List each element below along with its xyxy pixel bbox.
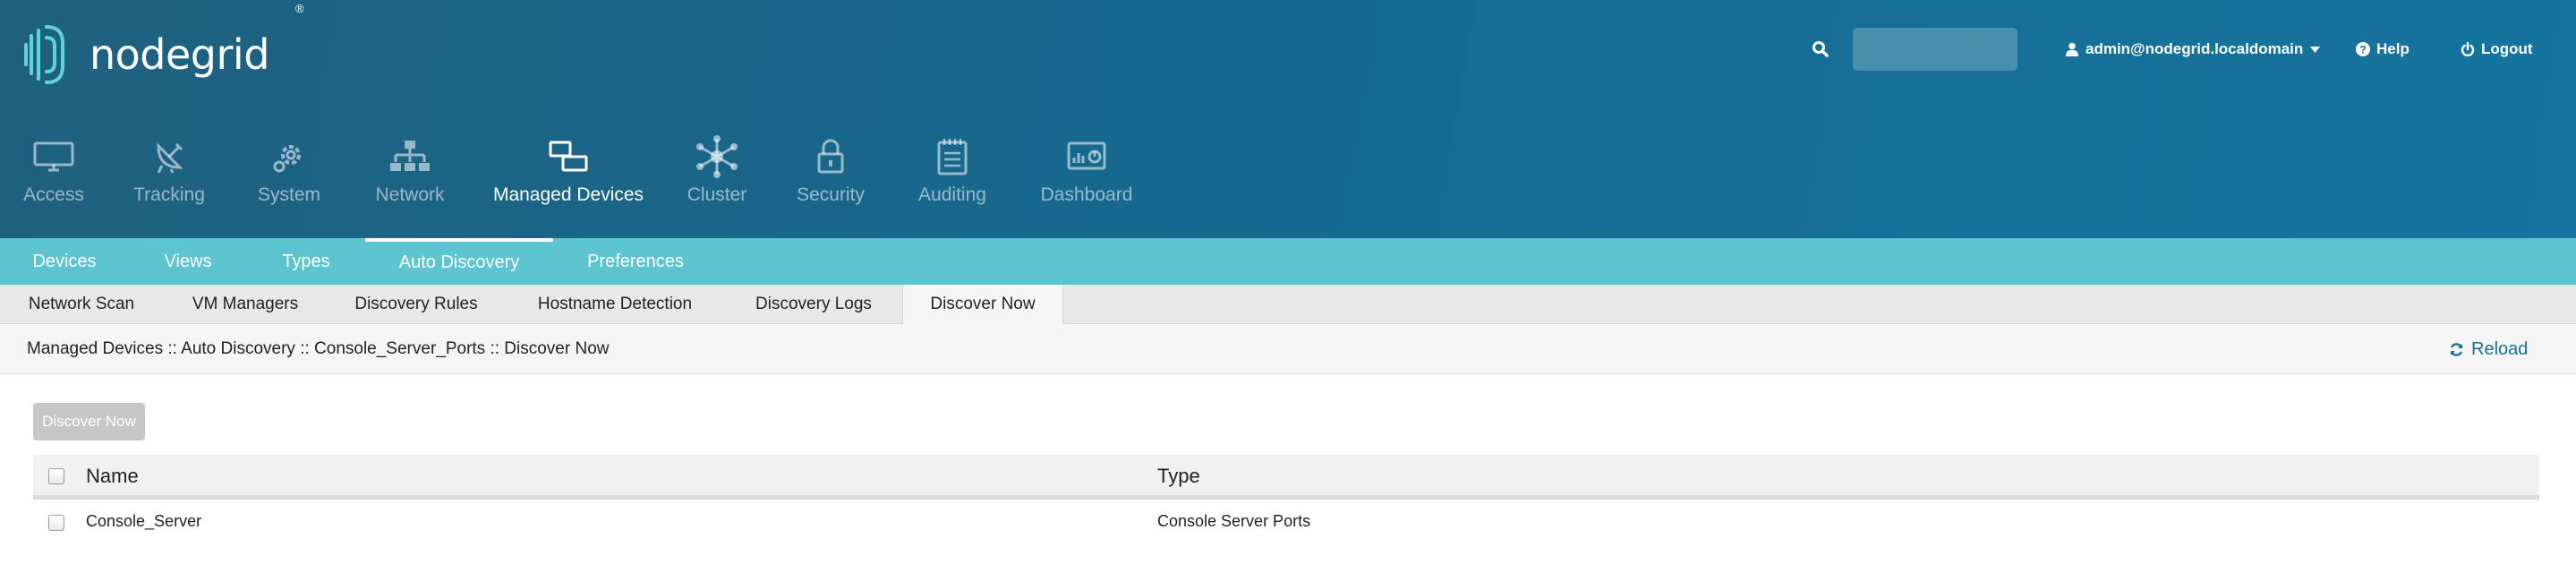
network-tree-icon — [389, 134, 431, 179]
devices-icon — [548, 134, 589, 179]
notepad-icon — [936, 134, 968, 179]
cluster-hub-icon — [695, 134, 739, 179]
table-header: Name Type — [33, 455, 2539, 500]
help-link[interactable]: ? Help — [2356, 27, 2410, 72]
nav-dashboard[interactable]: Dashboard — [1040, 134, 1133, 206]
subnav-devices[interactable]: Devices — [0, 238, 129, 285]
nav-auditing[interactable]: Auditing — [917, 134, 988, 206]
row-name: Console_Server — [86, 512, 202, 530]
gear-icon — [271, 134, 307, 179]
tab-discovery-logs[interactable]: Discovery Logs — [725, 285, 902, 324]
logo-wordmark: nodegrid — [90, 30, 269, 79]
tab-discover-now[interactable]: Discover Now — [902, 285, 1063, 325]
monitor-icon — [33, 134, 74, 179]
logout-label: Logout — [2481, 40, 2533, 57]
refresh-icon — [2450, 342, 2463, 356]
breadcrumb: Managed Devices :: Auto Discovery :: Con… — [27, 339, 610, 358]
search-input[interactable] — [1853, 28, 2017, 71]
nav-network-label: Network — [375, 184, 445, 205]
user-icon — [2066, 42, 2078, 56]
nav-dashboard-label: Dashboard — [1040, 184, 1133, 205]
padlock-icon — [815, 134, 846, 179]
power-icon — [2461, 42, 2475, 56]
column-header-name[interactable]: Name — [86, 455, 139, 498]
nav-security-label: Security — [797, 184, 865, 205]
column-header-type[interactable]: Type — [1157, 455, 1200, 498]
tab-vm-managers[interactable]: VM Managers — [163, 285, 328, 324]
registered-mark: ® — [295, 2, 304, 15]
sub-nav: Devices Views Types Auto Discovery Prefe… — [0, 238, 2576, 285]
question-circle-icon: ? — [2356, 42, 2370, 56]
user-menu-label: admin@nodegrid.localdomain — [2086, 40, 2304, 57]
main-nav: Access Tracking System Network Managed D… — [0, 134, 2576, 206]
subnav-views[interactable]: Views — [129, 238, 247, 285]
nav-tracking[interactable]: Tracking — [132, 134, 206, 206]
nav-access[interactable]: Access — [23, 134, 84, 206]
breadcrumb-bar: Managed Devices :: Auto Discovery :: Con… — [0, 324, 2576, 374]
nav-managed-devices-label: Managed Devices — [492, 184, 644, 205]
discover-now-button[interactable]: Discover Now — [33, 403, 145, 440]
subnav-auto-discovery[interactable]: Auto Discovery — [365, 238, 553, 285]
satellite-dish-icon — [151, 134, 187, 179]
tab-network-scan[interactable]: Network Scan — [0, 285, 163, 324]
nav-tracking-label: Tracking — [133, 184, 205, 205]
tab-hostname-detection[interactable]: Hostname Detection — [505, 285, 725, 324]
caret-down-icon — [2310, 46, 2321, 53]
subnav-types[interactable]: Types — [247, 238, 365, 285]
tab-discovery-rules[interactable]: Discovery Rules — [328, 285, 505, 324]
nav-auditing-label: Auditing — [918, 184, 986, 205]
table-row[interactable]: Console_Server Console Server Ports — [33, 500, 2539, 544]
nav-security[interactable]: Security — [797, 134, 865, 206]
reload-label: Reload — [2471, 338, 2529, 359]
help-label: Help — [2376, 40, 2410, 57]
nav-cluster-label: Cluster — [687, 184, 747, 205]
nav-system-label: System — [258, 184, 321, 205]
row-checkbox[interactable] — [48, 515, 64, 531]
app-header: nodegrid ® admin@nodegrid.localdomain ? … — [0, 0, 2576, 238]
row-type: Console Server Ports — [1157, 512, 1311, 530]
nav-network[interactable]: Network — [374, 134, 446, 206]
nodegrid-logo[interactable]: nodegrid — [23, 21, 269, 88]
nav-cluster[interactable]: Cluster — [686, 134, 748, 206]
dashboard-chart-icon — [1067, 134, 1106, 179]
user-menu[interactable]: admin@nodegrid.localdomain — [2066, 27, 2321, 72]
zpe-logo-icon — [24, 25, 64, 84]
subnav-preferences[interactable]: Preferences — [553, 238, 718, 285]
reload-button[interactable]: Reload — [2449, 324, 2528, 374]
nav-access-label: Access — [23, 184, 84, 205]
tab-bar: Network Scan VM Managers Discovery Rules… — [0, 285, 2576, 325]
nav-managed-devices[interactable]: Managed Devices — [493, 134, 644, 206]
nav-system[interactable]: System — [258, 134, 320, 206]
svg-text:?: ? — [2359, 44, 2366, 56]
select-all-checkbox[interactable] — [48, 468, 64, 484]
logout-link[interactable]: Logout — [2461, 27, 2533, 72]
search-icon[interactable] — [1812, 27, 1830, 72]
